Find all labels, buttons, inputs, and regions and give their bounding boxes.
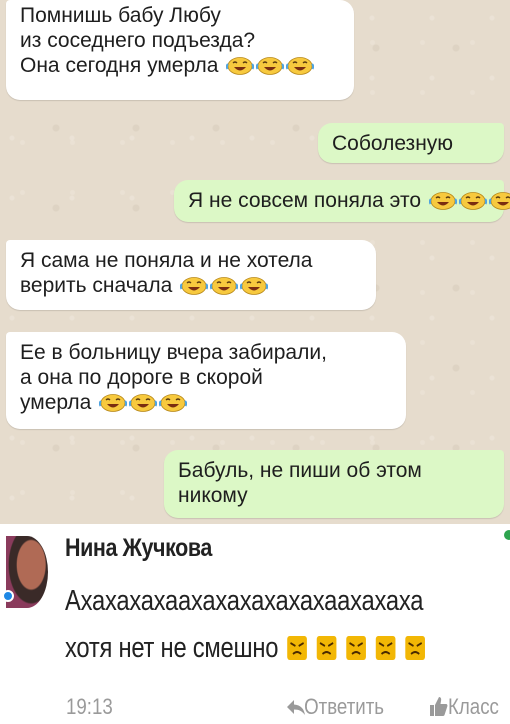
message-line: Она сегодня умерла [20, 53, 340, 78]
thumbs-up-icon[interactable] [428, 695, 448, 717]
online-indicator [504, 530, 510, 540]
comment-author[interactable]: Нина Жучкова [65, 534, 212, 563]
face-with-tears-of-joy-icon [159, 394, 188, 412]
message-line-text: верить сначала [20, 274, 173, 297]
angry-face-icon [375, 636, 396, 660]
message-bubble-incoming[interactable]: Ее в больницу вчера забирали, а она по д… [6, 332, 406, 429]
face-with-tears-of-joy-icon [286, 57, 315, 75]
face-with-tears-of-joy-icon [488, 192, 510, 210]
emoji-group [97, 391, 188, 414]
message-line: верить сначала [20, 273, 362, 298]
message-line: Соболезную [332, 132, 454, 155]
angry-emoji-group [278, 632, 426, 664]
emoji-group [224, 54, 315, 77]
message-bubble-outgoing[interactable]: Бабуль, не пиши об этом никому [164, 450, 504, 518]
class-button[interactable]: Класс [448, 694, 499, 720]
emoji-group [427, 189, 510, 212]
message-bubble-outgoing[interactable]: Я не совсем поняла это [174, 180, 510, 222]
message-bubble-outgoing[interactable]: Соболезную [318, 123, 504, 163]
chat-area: Помнишь бабу Любу из соседнего подъезда?… [0, 0, 510, 524]
angry-face-icon [346, 636, 366, 660]
reply-label: Ответить [304, 694, 385, 719]
face-with-tears-of-joy-icon [240, 277, 269, 295]
message-line: Я сама не поняла и не хотела [20, 249, 313, 272]
message-line: никому [178, 484, 248, 507]
message-line: а она по дороге в скорой [20, 366, 263, 389]
message-line: Помнишь бабу Любу [20, 4, 221, 27]
message-bubble-incoming[interactable]: Помнишь бабу Любу из соседнего подъезда?… [6, 0, 354, 100]
message-line: Бабуль, не пиши об этом [178, 459, 422, 482]
face-with-tears-of-joy-icon [129, 394, 158, 412]
face-with-tears-of-joy-icon [458, 192, 487, 210]
face-with-tears-of-joy-icon [210, 277, 239, 295]
angry-face-icon [316, 636, 337, 660]
face-with-tears-of-joy-icon [428, 192, 457, 210]
face-with-tears-of-joy-icon [256, 57, 285, 75]
avatar-status-dot [2, 590, 14, 602]
message-line: Ее в больницу вчера забирали, [20, 341, 327, 364]
message-line: из соседнего подъезда? [20, 29, 256, 52]
face-with-tears-of-joy-icon [99, 394, 128, 412]
comment-text-line: Ахахахахаахахахахахахаахахаха [65, 585, 424, 617]
reply-button[interactable]: Ответить [282, 694, 384, 720]
message-bubble-incoming[interactable]: Я сама не поняла и не хотела верить снач… [6, 240, 376, 310]
message-line: умерла [20, 390, 392, 415]
message-line-text: Я не совсем поняла это [188, 189, 421, 212]
comment-text: хотя нет не смешно [65, 632, 279, 664]
message-line-text: умерла [20, 391, 92, 414]
face-with-tears-of-joy-icon [226, 57, 255, 75]
comment-text-line: хотя нет не смешно [65, 632, 426, 665]
emoji-group [178, 274, 269, 297]
message-line-text: Она сегодня умерла [20, 54, 219, 77]
face-with-tears-of-joy-icon [180, 277, 209, 295]
message-line: Я не совсем поняла это [188, 188, 510, 213]
angry-face-icon [405, 636, 425, 660]
angry-face-icon [287, 636, 307, 660]
comment-time: 19:13 [66, 694, 113, 719]
